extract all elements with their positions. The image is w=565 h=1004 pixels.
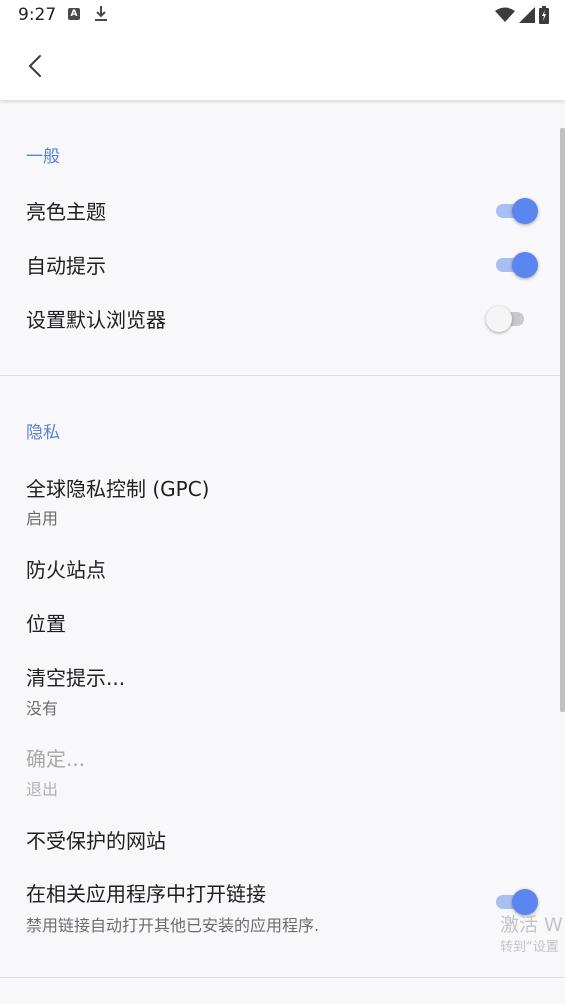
activation-watermark: 激活 W bbox=[500, 914, 563, 936]
setting-label: 确定... bbox=[26, 747, 86, 771]
section-title-privacy: 隐私 bbox=[26, 423, 60, 443]
download-icon bbox=[94, 4, 108, 28]
setting-label: 自动提示 bbox=[26, 254, 106, 278]
auto-suggest-toggle[interactable] bbox=[494, 251, 538, 279]
setting-label: 不受保护的网站 bbox=[26, 829, 166, 853]
back-button[interactable] bbox=[20, 50, 52, 82]
activation-watermark-hint: 转到“设置 bbox=[500, 940, 559, 955]
section-divider bbox=[0, 375, 565, 376]
setting-label: 设置默认浏览器 bbox=[26, 308, 166, 332]
setting-subtitle: 启用 bbox=[26, 509, 59, 528]
setting-label: 位置 bbox=[26, 612, 66, 636]
text-a-icon: A bbox=[68, 8, 80, 20]
setting-label: 清空提示... bbox=[26, 666, 126, 690]
status-time: 9:27 bbox=[18, 5, 57, 25]
setting-label: 防火站点 bbox=[26, 558, 106, 582]
signal-icon bbox=[519, 7, 535, 27]
settings-list: 一般 亮色主题 自动提示 设置默认浏览器 隐私 全球隐私控制 (GPC) 启用 … bbox=[0, 100, 565, 1004]
battery-charging-icon bbox=[539, 6, 549, 28]
wifi-icon bbox=[495, 7, 515, 27]
status-icons bbox=[495, 6, 549, 28]
setting-subtitle: 退出 bbox=[26, 780, 59, 799]
setting-label: 全球隐私控制 (GPC) bbox=[26, 477, 210, 501]
default-browser-toggle[interactable] bbox=[486, 305, 532, 333]
status-bar: 9:27 A bbox=[0, 0, 565, 32]
setting-label: 在相关应用程序中打开链接 bbox=[26, 882, 266, 906]
section-divider bbox=[0, 977, 565, 978]
setting-subtitle: 禁用链接自动打开其他已安装的应用程序. bbox=[26, 916, 320, 935]
scrollbar[interactable] bbox=[560, 128, 565, 712]
chevron-left-icon bbox=[28, 55, 41, 77]
light-theme-toggle[interactable] bbox=[494, 197, 538, 225]
section-title-general: 一般 bbox=[26, 147, 60, 167]
app-bar bbox=[0, 32, 565, 100]
setting-label: 亮色主题 bbox=[26, 200, 106, 224]
setting-subtitle: 没有 bbox=[26, 699, 59, 718]
